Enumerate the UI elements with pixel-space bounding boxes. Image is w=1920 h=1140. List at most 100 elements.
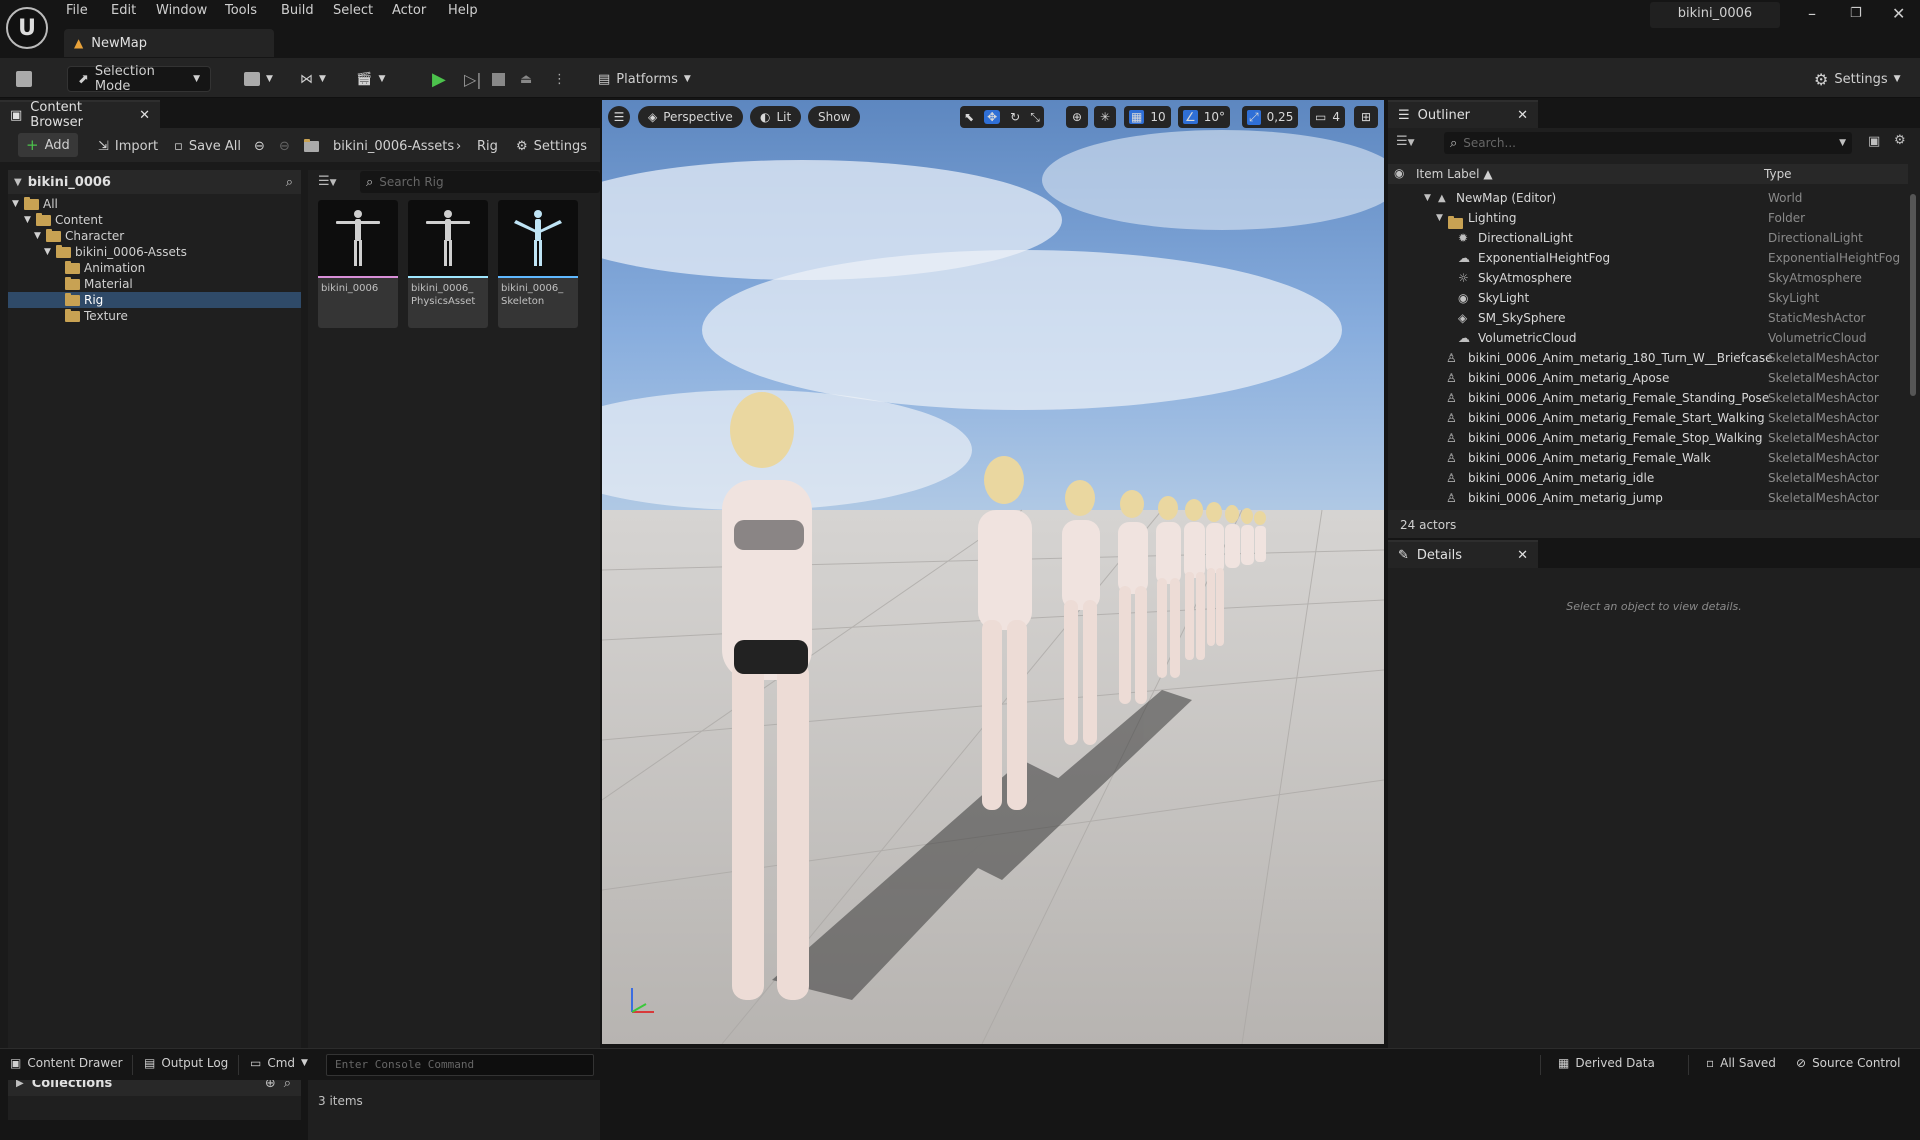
tree-item-character[interactable]: ▼ Character [8,228,301,244]
cmd-dropdown[interactable]: ▭ Cmd ▼ [250,1056,308,1070]
col-item-label[interactable]: Item Label ▲ [1416,167,1493,181]
selection-mode-dropdown[interactable]: ⬈ Selection Mode ▼ [67,64,211,94]
tree-item-texture[interactable]: Texture [8,308,301,324]
more-options-icon[interactable]: ⋮ [553,66,566,92]
outliner-row-actor[interactable]: ✹ DirectionalLight DirectionalLight [1388,228,1908,248]
outliner-row-actor[interactable]: ♙ bikini_0006_Anim_metarig_jump SkeletalMe… [1388,488,1908,506]
select-tool-icon[interactable]: ⬉ [964,110,974,124]
cb-settings-button[interactable]: ⚙ Settings [516,133,587,159]
unreal-logo-icon[interactable]: U [6,7,48,49]
play-icon[interactable]: ▶ [432,66,446,92]
menu-tools[interactable]: Tools [225,3,257,18]
all-saved-button[interactable]: ▫ All Saved [1706,1056,1776,1070]
details-tab[interactable]: ✎ Details ✕ [1388,540,1538,568]
filter-icon[interactable]: ☰▼ [318,174,337,189]
asset-physics-asset[interactable]: bikini_0006_ PhysicsAsset [408,200,488,328]
content-drawer-button[interactable]: ▣ Content Drawer [10,1056,123,1070]
rotate-tool-icon[interactable]: ↻ [1010,110,1020,124]
viewport-layout-icon[interactable]: ⊞ [1354,106,1378,128]
blueprint-icon[interactable]: ⋈ ▼ [300,66,326,92]
outliner-row-actor[interactable]: ♙ bikini_0006_Anim_metarig_idle SkeletalMe… [1388,468,1908,488]
tree-item-rig[interactable]: Rig [8,292,301,308]
angle-snap-button[interactable]: ∠ 10° [1178,106,1231,128]
sources-header[interactable]: ▼ bikini_0006 ⌕ [8,170,301,194]
outliner-row-folder[interactable]: ▼ Lighting Folder [1388,208,1908,229]
platforms-dropdown[interactable]: ▤ Platforms ▼ [598,66,691,92]
map-tab[interactable]: ▲ NewMap [64,29,274,57]
close-icon[interactable]: ✕ [139,108,150,123]
source-control-button[interactable]: ⊘ Source Control [1796,1056,1900,1070]
outliner-scrollbar[interactable] [1910,194,1916,396]
menu-build[interactable]: Build [281,3,314,18]
menu-edit[interactable]: Edit [111,3,136,18]
outliner-row-actor[interactable]: ☁ VolumetricCloud VolumetricCloud [1388,328,1908,348]
menu-actor[interactable]: Actor [392,3,426,18]
stop-icon[interactable] [492,66,505,92]
search-icon[interactable]: ⌕ [286,175,293,190]
add-actor-icon[interactable]: ▼ [244,66,273,92]
save-all-button[interactable]: ▫ Save All [174,133,241,159]
camera-speed-button[interactable]: ▭ 4 [1310,106,1345,128]
close-icon[interactable]: ✕ [1517,108,1528,123]
world-space-icon[interactable]: ⊕ [1066,106,1088,128]
outliner-row-actor[interactable]: ♙ bikini_0006_Anim_metarig_Female_Walk Ske… [1388,448,1908,468]
asset-skeletal-mesh[interactable]: bikini_0006 [318,200,398,328]
minimize-icon[interactable]: – [1808,4,1816,23]
outliner-search-input[interactable]: ⌕ Search... ▼ [1444,132,1852,154]
viewport-menu-icon[interactable]: ☰ [608,106,630,128]
add-folder-icon[interactable]: ▣ [1868,134,1880,149]
close-icon[interactable]: ✕ [1517,548,1528,563]
grid-snap-button[interactable]: ▦ 10 [1124,106,1171,128]
menu-help[interactable]: Help [448,3,478,18]
surface-snap-icon[interactable]: ✳ [1094,106,1116,128]
derived-data-button[interactable]: ▦ Derived Data [1558,1056,1655,1070]
move-tool-icon[interactable]: ✥ [984,110,1001,124]
close-window-icon[interactable]: ✕ [1892,4,1905,23]
content-browser-tab[interactable]: ▣ Content Browser ✕ [0,100,160,130]
outliner-tab[interactable]: ☰ Outliner ✕ [1388,100,1538,128]
outliner-row-actor[interactable]: ♙ bikini_0006_Anim_metarig_Female_Start_W… [1388,408,1908,428]
breadcrumb-rig[interactable]: Rig [477,133,498,159]
back-icon[interactable]: ⊖ [254,133,265,159]
filter-icon[interactable]: ☰▼ [1396,134,1415,149]
folder-icon[interactable] [304,133,323,159]
scale-snap-button[interactable]: ⤢ 0,25 [1242,106,1299,128]
perspective-button[interactable]: ◈ Perspective [638,106,743,128]
forward-icon[interactable]: ⊖ [279,133,290,159]
eye-icon[interactable]: ◉ [1394,166,1404,180]
outliner-row-actor[interactable]: ☼ SkyAtmosphere SkyAtmosphere [1388,268,1908,288]
level-viewport[interactable]: ☰ ◈ Perspective ◐ Lit Show ⬉ ✥ ↻ ⤡ ⊕ ✳ ▦… [602,100,1384,1044]
col-type[interactable]: Type [1764,167,1792,181]
outliner-row-actor[interactable]: ♙ bikini_0006_Anim_metarig_Female_Stop_Wa… [1388,428,1908,448]
gear-icon[interactable]: ⚙ [1894,133,1906,148]
menu-select[interactable]: Select [333,3,373,18]
menu-file[interactable]: File [66,3,88,18]
settings-dropdown[interactable]: ⚙ Settings ▼ [1814,66,1901,92]
eject-icon[interactable]: ⏏ [520,66,532,92]
outliner-row-world[interactable]: ▼ ▲ NewMap (Editor) World [1388,188,1908,208]
cinematics-icon[interactable]: 🎬︎ ▼ [356,66,385,92]
output-log-button[interactable]: ▤ Output Log [144,1056,228,1070]
outliner-row-actor[interactable]: ◉ SkyLight SkyLight [1388,288,1908,308]
step-icon[interactable]: ▷| [464,66,482,92]
add-button[interactable]: + Add [18,133,78,157]
tree-item-bikini-assets[interactable]: ▼ bikini_0006-Assets [8,244,301,260]
import-button[interactable]: ⇲ Import [98,133,158,159]
show-button[interactable]: Show [808,106,861,128]
outliner-row-actor[interactable]: ◈ SM_SkySphere StaticMeshActor [1388,308,1908,328]
breadcrumb-assets[interactable]: bikini_0006-Assets [333,133,454,159]
menu-window[interactable]: Window [156,3,207,18]
outliner-row-actor[interactable]: ☁ ExponentialHeightFog ExponentialHeightFo… [1388,248,1908,268]
asset-skeleton[interactable]: bikini_0006_ Skeleton [498,200,578,328]
asset-search-input[interactable]: ⌕ Search Rig [360,171,600,193]
tree-item-all[interactable]: ▼ All [8,196,301,212]
tree-item-content[interactable]: ▼ Content [8,212,301,228]
restore-icon[interactable]: ❐ [1850,6,1862,21]
console-command-input[interactable]: Enter Console Command [326,1054,594,1076]
tree-item-animation[interactable]: Animation [8,260,301,276]
outliner-row-actor[interactable]: ♙ bikini_0006_Anim_metarig_Female_Standin… [1388,388,1908,408]
tree-item-material[interactable]: Material [8,276,301,292]
outliner-row-actor[interactable]: ♙ bikini_0006_Anim_metarig_180_Turn_W__Br… [1388,348,1908,368]
save-icon[interactable] [16,66,32,92]
scale-tool-icon[interactable]: ⤡ [1030,110,1040,125]
